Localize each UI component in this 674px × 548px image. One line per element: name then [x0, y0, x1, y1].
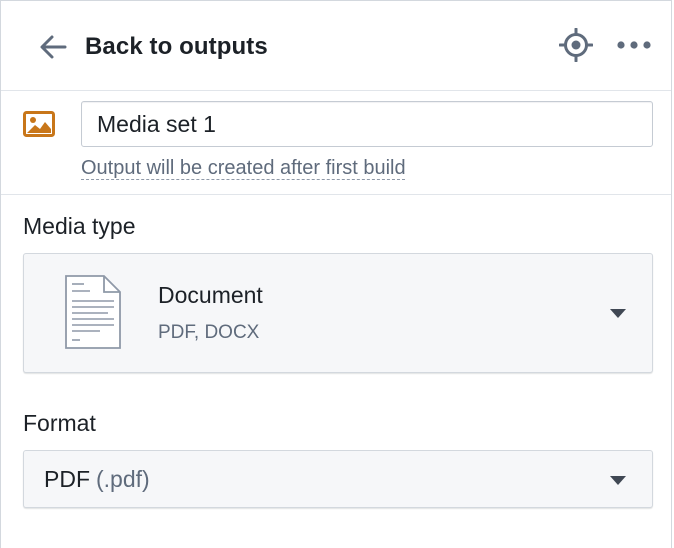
media-type-selected-subtitle: PDF, DOCX [158, 322, 260, 343]
format-label: Format [23, 410, 96, 436]
format-extension: (.pdf) [96, 466, 150, 492]
output-settings-panel: Back to outputs Media set 1 Output will … [0, 0, 672, 548]
more-options-button[interactable] [615, 28, 653, 66]
media-type-select[interactable]: Document PDF, DOCX [23, 253, 653, 373]
output-build-note[interactable]: Output will be created after first build [81, 157, 406, 180]
output-name-input[interactable] [81, 101, 653, 147]
back-to-outputs-label: Back to outputs [85, 33, 268, 60]
caret-down-icon [610, 309, 626, 318]
header-actions [557, 27, 653, 67]
media-type-selected-title: Document [158, 282, 263, 308]
format-name: PDF [44, 466, 90, 492]
format-select[interactable]: PDF (.pdf) [23, 450, 653, 508]
output-name-section: Output will be created after first build [1, 91, 671, 195]
media-image-icon [23, 111, 55, 137]
locate-button[interactable] [557, 27, 595, 67]
back-to-outputs-button[interactable]: Back to outputs [37, 27, 268, 67]
media-type-label: Media type [23, 213, 136, 239]
arrow-left-icon [37, 30, 71, 64]
locate-icon [558, 27, 594, 67]
document-icon [64, 274, 122, 350]
panel-header: Back to outputs [1, 1, 671, 91]
caret-down-icon [610, 476, 626, 485]
more-horizontal-icon [616, 38, 652, 56]
format-selected-value: PDF (.pdf) [44, 466, 150, 493]
